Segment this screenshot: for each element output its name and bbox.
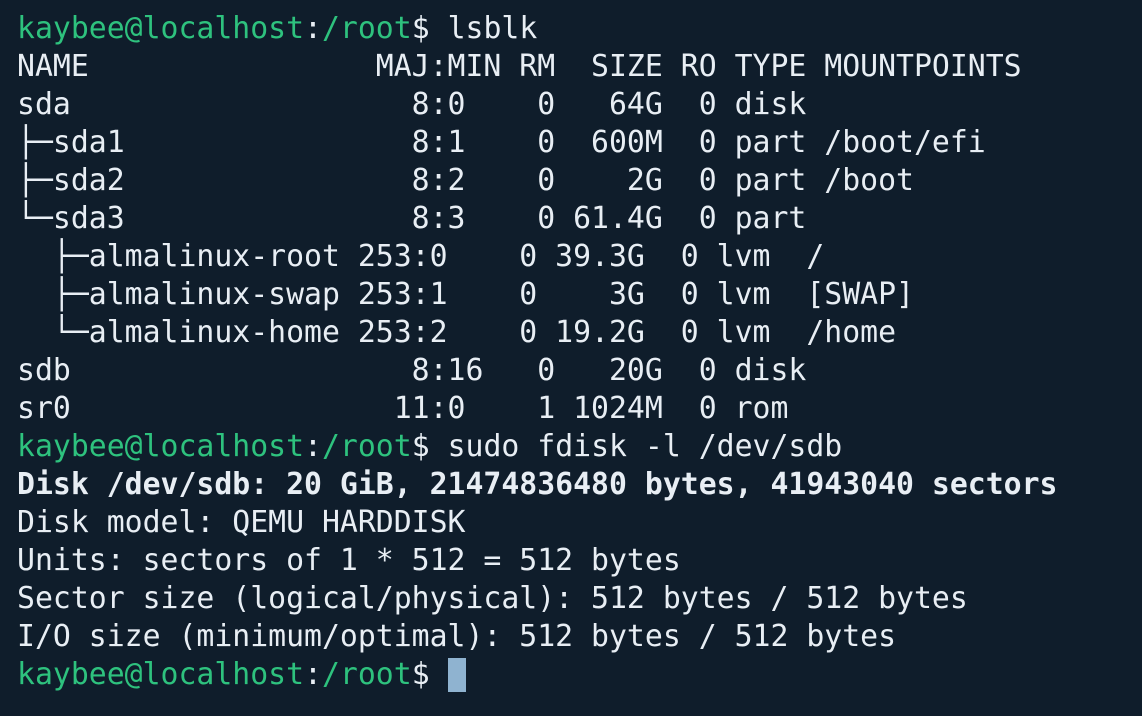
prompt-dollar: $ [411,657,430,692]
terminal-window[interactable]: kaybee@localhost:/root$ lsblk NAME MAJ:M… [0,0,1142,716]
lsblk-header: NAME MAJ:MIN RM SIZE RO TYPE MOUNTPOINTS [17,49,1022,84]
prompt-user-host: kaybee@localhost [17,429,305,464]
prompt-dollar: $ [411,11,430,46]
prompt-path: /root [321,657,412,692]
lsblk-row: ├─sda1 8:1 0 600M 0 part /boot/efi [17,125,986,160]
prompt-colon: : [304,11,322,46]
fdisk-sector-size: Sector size (logical/physical): 512 byte… [17,581,968,616]
prompt-line-lsblk: kaybee@localhost:/root$ lsblk [17,10,1142,48]
prompt-path: /root [321,11,412,46]
fdisk-disk-line: Disk /dev/sdb: 20 GiB, 21474836480 bytes… [17,467,1058,502]
lsblk-row: sdb 8:16 0 20G 0 disk [17,353,807,388]
lsblk-row: ├─almalinux-root 253:0 0 39.3G 0 lvm / [17,239,825,274]
prompt-dollar: $ [411,429,430,464]
lsblk-row: └─almalinux-home 253:2 0 19.2G 0 lvm /ho… [17,315,897,350]
prompt-line-active[interactable]: kaybee@localhost:/root$ [17,656,1142,694]
prompt-colon: : [304,429,322,464]
command-lsblk: lsblk [429,11,538,46]
prompt-user-host: kaybee@localhost [17,657,305,692]
lsblk-row: sda 8:0 0 64G 0 disk [17,87,807,122]
fdisk-io-size: I/O size (minimum/optimal): 512 bytes / … [17,619,897,654]
lsblk-row: ├─almalinux-swap 253:1 0 3G 0 lvm [SWAP] [17,277,914,312]
lsblk-row: sr0 11:0 1 1024M 0 rom [17,391,789,426]
prompt-user-host: kaybee@localhost [17,11,305,46]
text-cursor[interactable] [447,658,466,692]
prompt-colon: : [304,657,322,692]
fdisk-units: Units: sectors of 1 * 512 = 512 bytes [17,543,681,578]
lsblk-row: └─sda3 8:3 0 61.4G 0 part [17,201,807,236]
prompt-line-fdisk: kaybee@localhost:/root$ sudo fdisk -l /d… [17,428,1142,466]
lsblk-row: ├─sda2 8:2 0 2G 0 part /boot [17,163,914,198]
fdisk-disk-model: Disk model: QEMU HARDDISK [17,505,466,540]
prompt-path: /root [321,429,412,464]
command-fdisk: sudo fdisk -l /dev/sdb [429,429,843,464]
